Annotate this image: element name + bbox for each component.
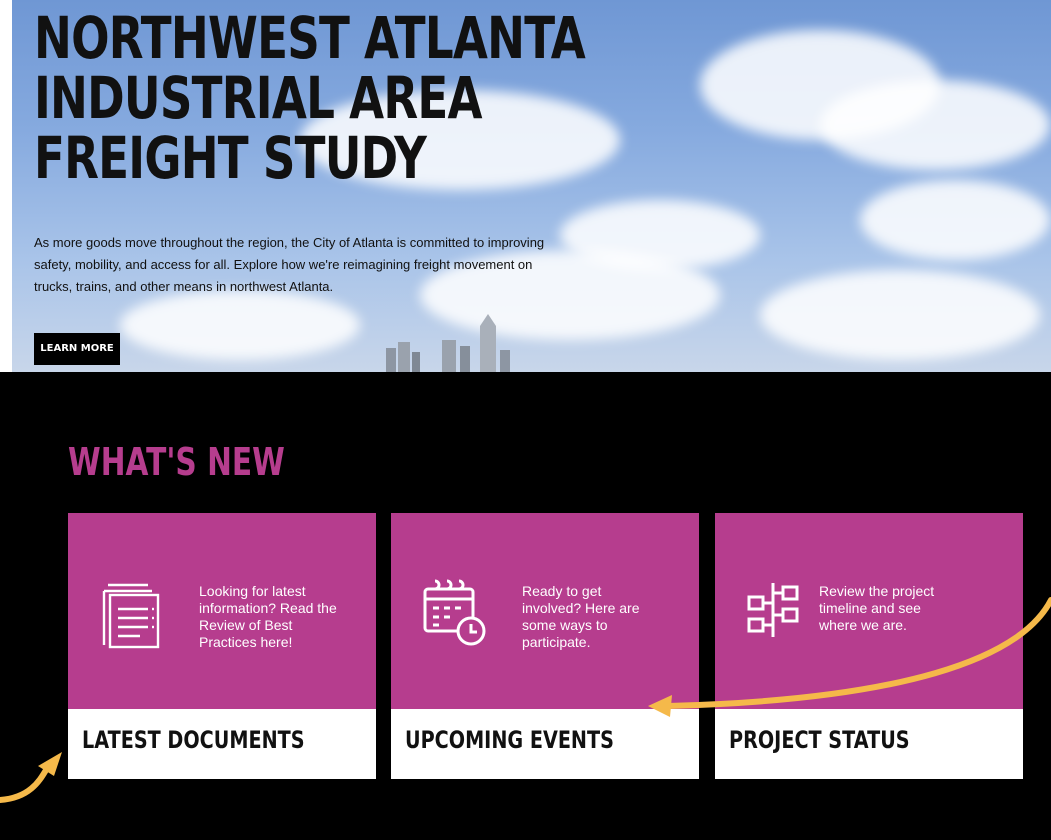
title-line-3: FREIGHT STUDY	[34, 124, 427, 192]
page-title: NORTHWEST ATLANTA INDUSTRIAL AREA FREIGH…	[34, 8, 586, 188]
hero-description: As more goods move throughout the region…	[34, 232, 614, 298]
hero-edge	[0, 0, 12, 372]
card-text-line: Review of Best	[199, 617, 293, 633]
card-text-line: Ready to get	[522, 583, 602, 599]
card-text-line: Practices here!	[199, 634, 293, 650]
card-footer: PROJECT STATUS	[715, 709, 1023, 779]
hero-banner: NORTHWEST ATLANTA INDUSTRIAL AREA FREIGH…	[0, 0, 1051, 372]
card-upcoming-events[interactable]: Ready to get involved? Here are some way…	[391, 513, 699, 779]
calendar-icon	[423, 579, 486, 646]
card-body: Ready to get involved? Here are some way…	[391, 513, 699, 709]
description-line-1: As more goods move throughout the region…	[34, 235, 545, 250]
card-description: Looking for latest information? Read the…	[199, 583, 359, 651]
documents-icon	[102, 583, 160, 649]
card-text-line: participate.	[522, 634, 591, 650]
card-body: Review the project timeline and see wher…	[715, 513, 1023, 709]
card-text-line: where we are.	[819, 617, 907, 633]
whats-new-heading: WHAT'S NEW	[68, 440, 285, 484]
city-skyline-image	[386, 314, 510, 372]
annotation-arrow-left	[0, 767, 49, 803]
card-project-status[interactable]: Review the project timeline and see wher…	[715, 513, 1023, 779]
card-text-line: Review the project	[819, 583, 935, 599]
card-text-line: information? Read the	[199, 600, 337, 616]
card-footer: UPCOMING EVENTS	[391, 709, 699, 779]
card-text-line: timeline and see	[819, 600, 921, 616]
card-description: Ready to get involved? Here are some way…	[522, 583, 682, 651]
description-line-2: safety, mobility, and access for all. Ex…	[34, 257, 533, 272]
card-text-line: some ways to	[522, 617, 608, 633]
card-body: Looking for latest information? Read the…	[68, 513, 376, 709]
learn-more-button[interactable]: LEARN MORE	[34, 333, 120, 365]
card-text-line: involved? Here are	[522, 600, 640, 616]
card-footer: LATEST DOCUMENTS	[68, 709, 376, 779]
card-description: Review the project timeline and see wher…	[819, 583, 979, 634]
card-title[interactable]: UPCOMING EVENTS	[405, 726, 614, 754]
title-line-1: NORTHWEST ATLANTA	[34, 4, 586, 72]
description-line-3: trucks, trains, and other means in north…	[34, 279, 334, 294]
annotation-arrowhead-left	[38, 752, 62, 776]
title-line-2: INDUSTRIAL AREA	[34, 64, 483, 132]
timeline-icon	[747, 583, 799, 637]
card-title[interactable]: LATEST DOCUMENTS	[82, 726, 305, 754]
card-title[interactable]: PROJECT STATUS	[729, 726, 910, 754]
card-latest-documents[interactable]: Looking for latest information? Read the…	[68, 513, 376, 779]
card-text-line: Looking for latest	[199, 583, 306, 599]
